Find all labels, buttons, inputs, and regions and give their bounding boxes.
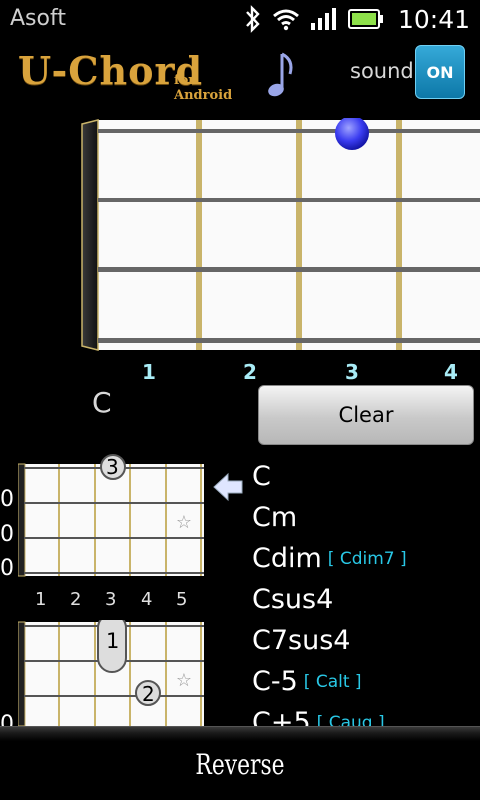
chord-list-item[interactable]: Csus4 — [252, 579, 480, 620]
chord-name: Csus4 — [252, 584, 334, 615]
chord-list-item[interactable]: C+5 [ Caug ] — [252, 702, 480, 726]
mini-fret-number: 1 — [35, 589, 47, 610]
clear-button[interactable]: Clear — [258, 385, 474, 445]
sound-label: sound — [350, 59, 414, 83]
status-app-name: Asoft — [10, 6, 66, 31]
fret-number: 3 — [345, 360, 359, 384]
bluetooth-icon — [246, 5, 260, 33]
logo-subtitle: for Android — [174, 73, 233, 103]
star-icon: ☆ — [176, 670, 192, 691]
fret-number: 1 — [142, 360, 156, 384]
mini-fret-number: 2 — [70, 589, 82, 610]
finger-number: 2 — [142, 682, 155, 706]
star-icon: ☆ — [176, 512, 192, 533]
chord-list-item[interactable]: C-5 [ Calt ] — [252, 661, 480, 702]
finger-number: 3 — [106, 455, 119, 479]
chord-alt-name: [ Calt ] — [303, 671, 362, 692]
reverse-button[interactable]: Reverse — [53, 727, 427, 800]
open-string-mark: 0 — [0, 487, 14, 512]
chord-name: C7sus4 — [252, 625, 351, 656]
fret-number: 4 — [444, 360, 458, 384]
chord-name: Cdim — [252, 543, 322, 574]
status-icons: 10:41 — [244, 2, 470, 36]
status-bar: Asoft 10:41 — [0, 0, 480, 38]
signal-icon — [310, 8, 336, 30]
music-note-icon — [268, 52, 293, 97]
finger-number: 1 — [106, 629, 120, 653]
status-time: 10:41 — [397, 4, 470, 34]
fret-number: 2 — [243, 360, 257, 384]
mini-fret-number: 4 — [141, 589, 153, 610]
chord-list-item[interactable]: C7sus4 — [252, 620, 480, 661]
arrow-left-icon — [213, 472, 243, 502]
sound-toggle-button[interactable]: ON — [415, 45, 465, 99]
fret-number-row: 1 2 3 4 — [0, 360, 480, 384]
mini-fret-number: 3 — [105, 589, 117, 610]
bottom-bar: Reverse — [0, 726, 480, 800]
chord-list-item[interactable]: Cm — [252, 497, 480, 538]
mini-fret-number: 5 — [176, 589, 188, 610]
chord-name: C+5 — [252, 707, 311, 726]
battery-icon — [347, 9, 383, 29]
chord-name: C-5 — [252, 666, 298, 697]
chord-name: C — [252, 461, 271, 492]
chord-list-item[interactable]: Cdim [ Cdim7 ] — [252, 538, 480, 579]
open-string-mark: 0 — [0, 522, 14, 547]
open-string-mark: 0 — [0, 556, 14, 581]
chord-list[interactable]: C Cm Cdim [ Cdim7 ] Csus4 C7sus4 C-5 [ C… — [252, 456, 480, 726]
main-fretboard[interactable] — [80, 118, 480, 353]
current-chord-label: C — [92, 386, 112, 419]
wifi-icon — [272, 9, 299, 31]
chord-list-item[interactable]: C — [252, 456, 480, 497]
chord-alt-name: [ Caug ] — [316, 712, 385, 727]
chord-alt-name: [ Cdim7 ] — [327, 548, 407, 569]
app-logo: U-Chord for Android — [18, 48, 293, 103]
chord-name: Cm — [252, 502, 298, 533]
